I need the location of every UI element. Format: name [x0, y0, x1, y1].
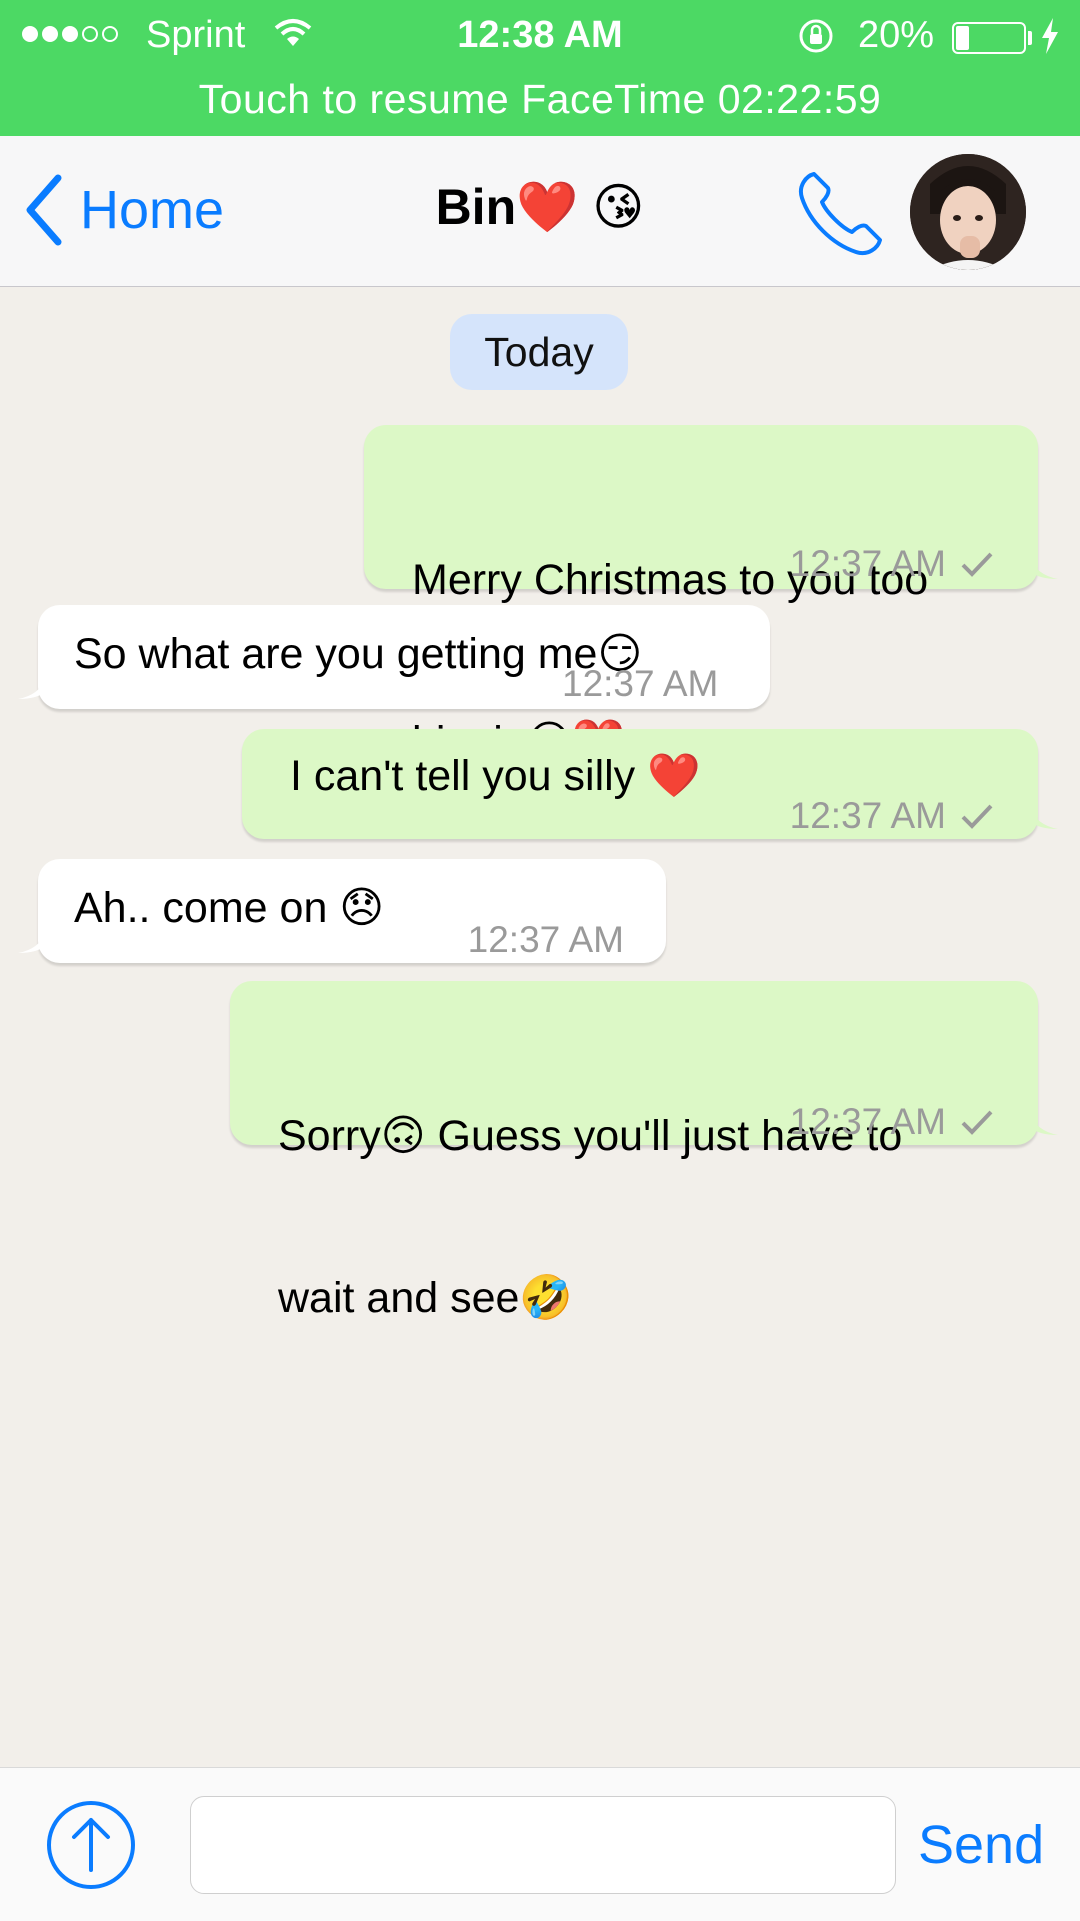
orientation-lock-icon	[799, 19, 833, 53]
sent-check-icon	[961, 804, 993, 829]
sent-check-icon	[961, 552, 993, 577]
message-input[interactable]	[190, 1796, 896, 1894]
composer-bar: Send	[0, 1767, 1080, 1921]
message-bubble-outgoing[interactable]: I can't tell you silly ❤️ 12:37 AM	[242, 729, 1058, 839]
avatar-image	[910, 154, 1026, 270]
contact-avatar[interactable]	[910, 154, 1026, 270]
message-bubble-incoming[interactable]: Ah.. come on 😞 12:37 AM	[18, 859, 666, 963]
message-text: Ah.. come on 😞	[74, 884, 385, 932]
message-time: 12:37 AM	[789, 1101, 946, 1142]
status-row: Sprint 12:38 AM 20%	[0, 0, 1080, 72]
battery-icon	[952, 22, 1026, 54]
message-bubble-incoming[interactable]: So what are you getting me😏 12:37 AM	[18, 605, 770, 709]
upload-arrow-icon[interactable]	[46, 1800, 136, 1890]
sent-check-icon	[961, 1110, 993, 1135]
bubble-tail	[18, 931, 46, 953]
bubble-tail	[1030, 807, 1058, 829]
send-button[interactable]: Send	[918, 1814, 1044, 1876]
message-bubble-outgoing[interactable]: Merry Christmas to you too binnie😘❤️ 12:…	[364, 425, 1058, 766]
message-text: I can't tell you silly ❤️	[290, 752, 701, 800]
phone-icon[interactable]	[792, 166, 888, 262]
bubble-tail	[1030, 557, 1058, 579]
battery-percent: 20%	[858, 14, 935, 56]
battery-tip	[1028, 31, 1032, 45]
facetime-resume-banner[interactable]: Touch to resume FaceTime 02:22:59	[0, 76, 1080, 123]
message-bubble-outgoing[interactable]: Sorry🙃 Guess you'll just have to wait an…	[230, 981, 1058, 1322]
date-separator: Today	[450, 314, 628, 390]
battery-level-fill	[956, 26, 969, 50]
bubble-tail	[1030, 1113, 1058, 1135]
message-time: 12:37 AM	[562, 663, 719, 704]
bubble-tail	[18, 677, 46, 699]
message-text: So what are you getting me😏	[74, 630, 643, 678]
message-time: 12:37 AM	[467, 919, 624, 960]
message-list[interactable]: Today Merry Christmas to you too binnie😘…	[0, 287, 1080, 1767]
status-bar: Sprint 12:38 AM 20% Touch to resume Face…	[0, 0, 1080, 136]
message-time: 12:37 AM	[789, 795, 946, 836]
chat-header: Home Bin❤️ 😘	[0, 136, 1080, 287]
charging-bolt-icon	[1042, 18, 1058, 54]
message-time: 12:37 AM	[789, 543, 946, 584]
message-text: wait and see🤣	[278, 1274, 573, 1322]
